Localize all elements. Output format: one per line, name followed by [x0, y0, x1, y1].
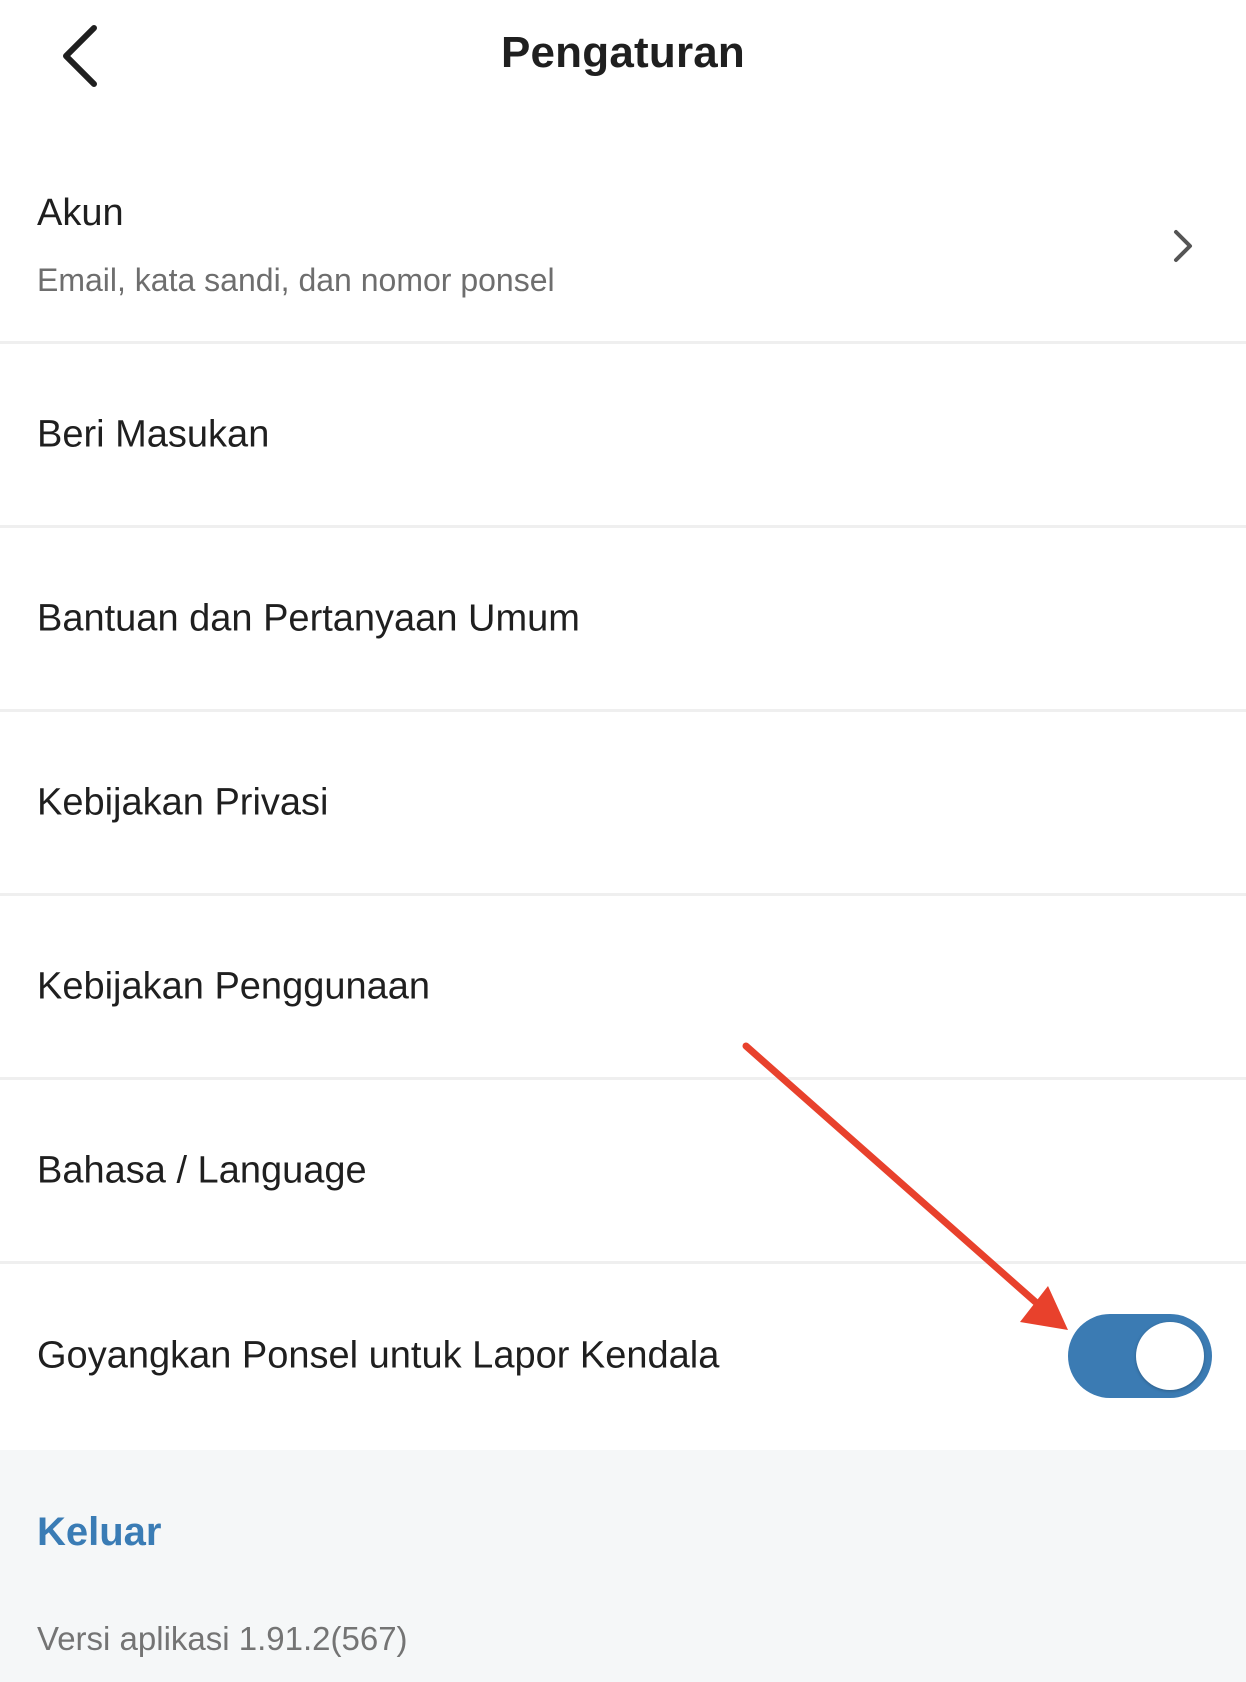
settings-item-terms[interactable]: Kebijakan Penggunaan [0, 896, 1246, 1080]
logout-button[interactable]: Keluar [37, 1510, 162, 1555]
settings-list: Akun Email, kata sandi, dan nomor ponsel… [0, 130, 1246, 1448]
settings-item-privacy[interactable]: Kebijakan Privasi [0, 712, 1246, 896]
account-label: Akun [37, 192, 124, 234]
settings-item-label: Bahasa / Language [37, 1149, 367, 1191]
toggle-knob [1136, 1322, 1204, 1390]
settings-item-shake-report: Goyangkan Ponsel untuk Lapor Kendala [0, 1264, 1246, 1448]
settings-screen: Pengaturan Akun Email, kata sandi, dan n… [0, 0, 1246, 1682]
page-title: Pengaturan [500, 28, 746, 77]
settings-item-label: Kebijakan Privasi [37, 781, 329, 823]
settings-item-label: Kebijakan Penggunaan [37, 965, 431, 1007]
settings-item-feedback[interactable]: Beri Masukan [0, 344, 1246, 528]
shake-report-toggle[interactable] [1068, 1314, 1212, 1398]
header: Pengaturan [0, 0, 1246, 130]
footer: Keluar Versi aplikasi 1.91.2(567) [0, 1450, 1246, 1682]
settings-item-account[interactable]: Akun Email, kata sandi, dan nomor ponsel [0, 130, 1246, 344]
settings-item-label: Beri Masukan [37, 413, 270, 455]
chevron-right-icon [1174, 230, 1192, 262]
app-version: Versi aplikasi 1.91.2(567) [37, 1620, 408, 1657]
settings-item-label: Bantuan dan Pertanyaan Umum [37, 597, 580, 639]
account-subtitle: Email, kata sandi, dan nomor ponsel [37, 262, 555, 298]
shake-report-label: Goyangkan Ponsel untuk Lapor Kendala [37, 1334, 720, 1377]
settings-item-help[interactable]: Bantuan dan Pertanyaan Umum [0, 528, 1246, 712]
settings-item-language[interactable]: Bahasa / Language [0, 1080, 1246, 1264]
